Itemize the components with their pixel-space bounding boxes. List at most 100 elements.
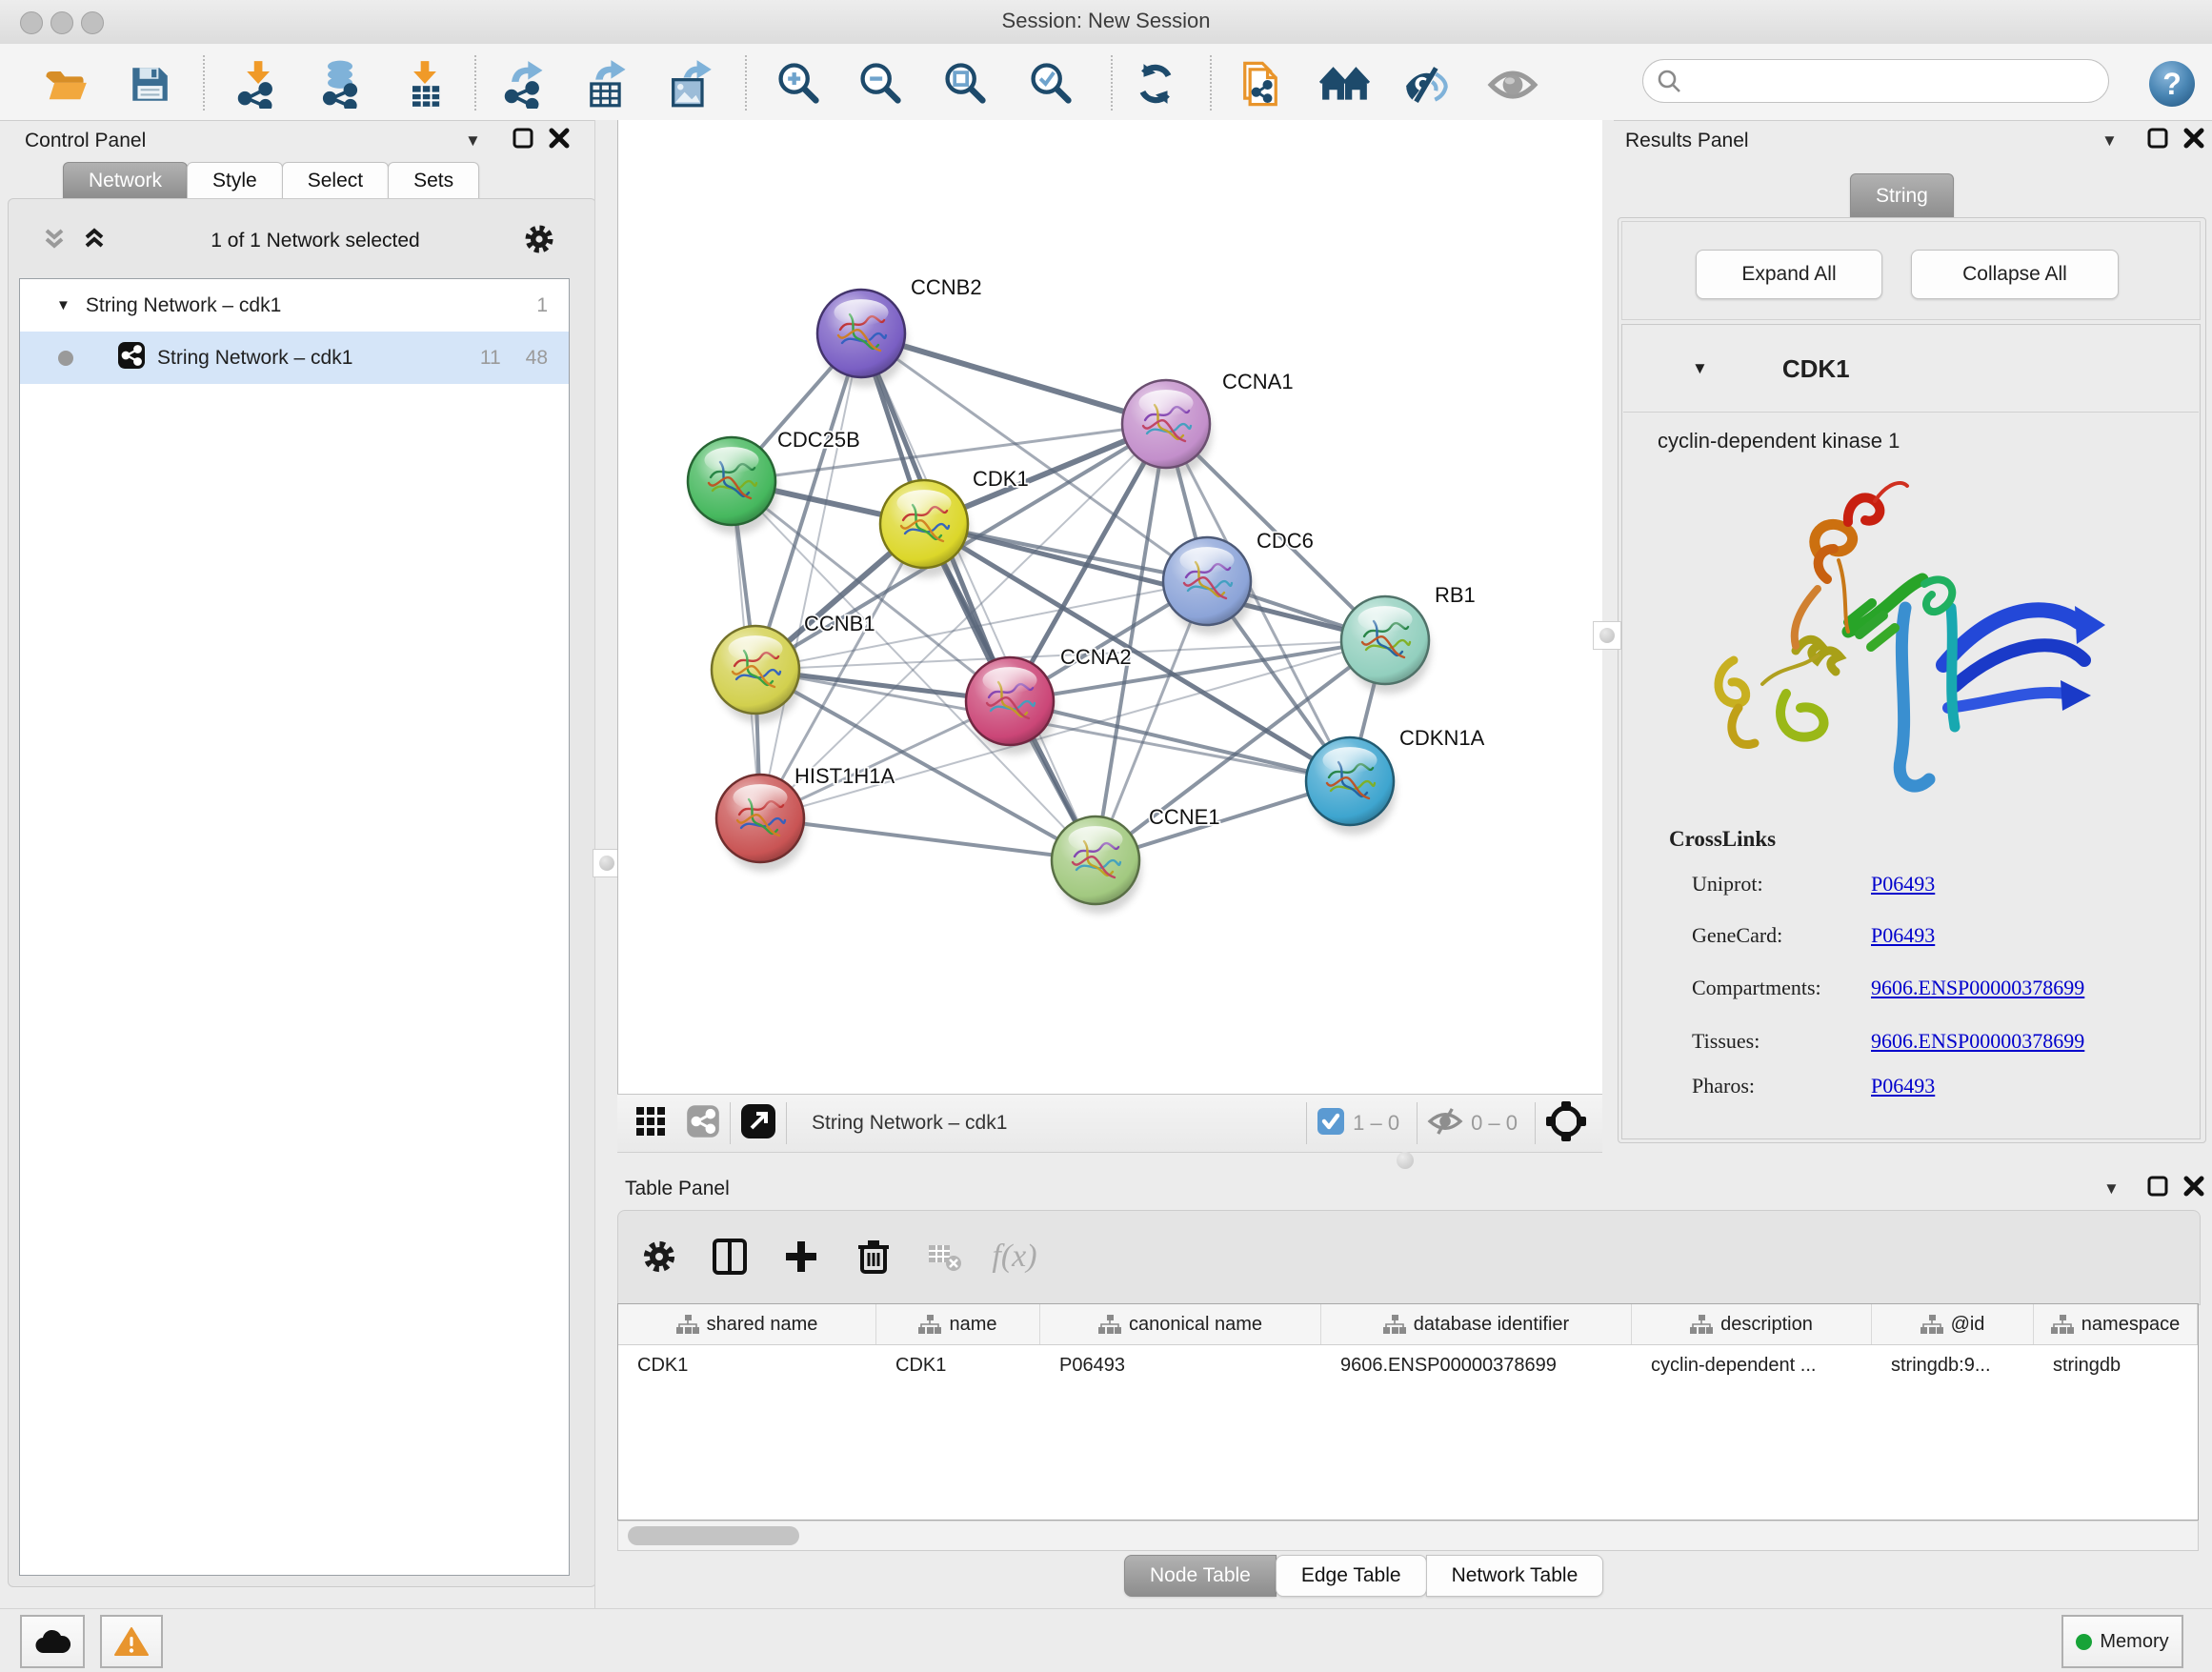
network-edge[interactable]	[760, 333, 861, 818]
column-header-database-identifier[interactable]: database identifier	[1321, 1304, 1632, 1344]
expand-all-icon[interactable]	[80, 225, 109, 258]
tab-string[interactable]: String	[1850, 173, 1954, 219]
close-panel-icon[interactable]	[547, 126, 572, 155]
zoom-fit-icon[interactable]	[938, 57, 992, 111]
help-icon[interactable]: ?	[2145, 57, 2199, 111]
network-edge[interactable]	[1010, 701, 1350, 781]
add-column-icon[interactable]	[775, 1231, 827, 1282]
open-folder-icon[interactable]	[38, 57, 91, 111]
network-edge[interactable]	[760, 818, 1096, 860]
panel-menu-icon[interactable]: ▼	[465, 131, 481, 151]
network-canvas[interactable]: CCNB2CCNA1CDC25BCDK1CDC6RB1CCNB1CCNA2CDK…	[617, 120, 1603, 1094]
crosslink-link[interactable]: 9606.ENSP00000378699	[1871, 1029, 2084, 1054]
export-image-icon[interactable]	[663, 57, 716, 111]
zoom-out-icon[interactable]	[854, 57, 907, 111]
column-header-canonical-name[interactable]: canonical name	[1040, 1304, 1321, 1344]
network-node-CDC6[interactable]	[1163, 537, 1251, 625]
panel-menu-icon[interactable]: ▼	[2101, 131, 2118, 151]
crosslink-link[interactable]: P06493	[1871, 923, 1935, 948]
gear-icon[interactable]	[522, 222, 556, 261]
table-cell[interactable]: cyclin-dependent ...	[1632, 1345, 1872, 1385]
refresh-icon[interactable]	[1129, 57, 1182, 111]
table-horizontal-scrollbar[interactable]	[617, 1521, 2199, 1551]
network-node-CDKN1A[interactable]	[1306, 737, 1394, 825]
column-header-name[interactable]: name	[876, 1304, 1040, 1344]
panel-menu-icon[interactable]: ▼	[2103, 1179, 2120, 1199]
table-cell[interactable]: 9606.ENSP00000378699	[1321, 1345, 1632, 1385]
table-cell[interactable]: CDK1	[876, 1345, 1040, 1385]
crosshair-icon[interactable]	[1545, 1100, 1587, 1147]
tab-select[interactable]: Select	[282, 162, 389, 200]
export-table-icon[interactable]	[579, 57, 633, 111]
houses-icon[interactable]	[1318, 57, 1372, 111]
network-node-CCNB1[interactable]	[712, 626, 799, 714]
import-database-icon[interactable]	[313, 57, 367, 111]
table-cell[interactable]: P06493	[1040, 1345, 1321, 1385]
import-table-icon[interactable]	[398, 57, 452, 111]
show-eye-disabled-icon[interactable]	[1486, 57, 1539, 111]
float-panel-icon[interactable]	[2145, 126, 2170, 155]
column-header-shared-name[interactable]: shared name	[618, 1304, 876, 1344]
table-cell[interactable]: stringdb:9...	[1872, 1345, 2034, 1385]
warning-button[interactable]	[100, 1615, 163, 1668]
hidden-eye-icon[interactable]	[1427, 1106, 1463, 1141]
tree-expand-icon[interactable]: ▼	[56, 297, 70, 313]
collapse-all-button[interactable]: Collapse All	[1911, 250, 2119, 299]
close-panel-icon[interactable]	[2182, 126, 2206, 155]
column-header-namespace[interactable]: namespace	[2034, 1304, 2198, 1344]
show-columns-icon[interactable]	[704, 1231, 755, 1282]
selected-checkbox-icon[interactable]	[1317, 1107, 1345, 1140]
table-cell[interactable]: stringdb	[2034, 1345, 2198, 1385]
grid-view-icon[interactable]	[634, 1105, 667, 1142]
column-header-description[interactable]: description	[1632, 1304, 1872, 1344]
zoom-selected-icon[interactable]	[1024, 57, 1077, 111]
network-node-CDC25B[interactable]	[688, 437, 775, 525]
delete-column-icon[interactable]	[848, 1231, 899, 1282]
scrollbar-thumb[interactable]	[628, 1526, 799, 1545]
crosslink-link[interactable]: P06493	[1871, 1074, 1935, 1098]
section-collapse-icon[interactable]: ▼	[1692, 359, 1708, 378]
table-cell[interactable]: CDK1	[618, 1345, 876, 1385]
close-panel-icon[interactable]	[2182, 1174, 2206, 1203]
birdseye-view-icon[interactable]	[740, 1103, 776, 1144]
column-header--id[interactable]: @id	[1872, 1304, 2034, 1344]
network-node-HIST1H1A[interactable]	[716, 775, 804, 862]
zoom-in-icon[interactable]	[772, 57, 825, 111]
float-panel-icon[interactable]	[2145, 1174, 2170, 1203]
network-node-CCNA1[interactable]	[1122, 380, 1210, 468]
crosslink-link[interactable]: P06493	[1871, 872, 1935, 896]
network-edge[interactable]	[861, 333, 1096, 860]
network-node-CCNB2[interactable]	[817, 290, 905, 377]
search-box[interactable]	[1642, 59, 2109, 103]
right-splitter-handle[interactable]	[1593, 621, 1621, 650]
cloud-button[interactable]	[20, 1615, 85, 1668]
horizontal-splitter-handle[interactable]	[1397, 1152, 1414, 1169]
network-node-CCNE1[interactable]	[1052, 816, 1139, 904]
network-edge[interactable]	[861, 333, 1166, 424]
share-view-icon[interactable]	[686, 1104, 720, 1143]
network-row-selected[interactable]: String Network – cdk1 11 48	[20, 332, 569, 384]
save-session-icon[interactable]	[123, 57, 176, 111]
network-node-RB1[interactable]	[1341, 596, 1429, 684]
document-network-icon[interactable]	[1234, 57, 1287, 111]
float-panel-icon[interactable]	[511, 126, 535, 155]
tab-node-table[interactable]: Node Table	[1124, 1555, 1277, 1597]
network-collection-row[interactable]: ▼ String Network – cdk1 1	[20, 279, 569, 332]
import-network-icon[interactable]	[231, 57, 284, 111]
memory-button[interactable]: Memory	[2061, 1615, 2183, 1668]
export-network-icon[interactable]	[497, 57, 551, 111]
gene-section-header[interactable]: ▼ CDK1	[1623, 326, 2199, 413]
search-input[interactable]	[1691, 70, 2095, 93]
tab-network-table[interactable]: Network Table	[1426, 1555, 1604, 1597]
crosslink-link[interactable]: 9606.ENSP00000378699	[1871, 976, 2084, 1000]
tab-style[interactable]: Style	[187, 162, 283, 200]
network-node-CCNA2[interactable]	[966, 657, 1054, 745]
network-node-CDK1[interactable]	[880, 480, 968, 568]
table-gear-icon[interactable]	[633, 1231, 685, 1282]
collapse-all-icon[interactable]	[40, 225, 69, 258]
tab-edge-table[interactable]: Edge Table	[1276, 1555, 1427, 1597]
tab-sets[interactable]: Sets	[388, 162, 479, 200]
hide-eye-icon[interactable]	[1401, 57, 1455, 111]
tab-network[interactable]: Network	[63, 162, 188, 200]
expand-all-button[interactable]: Expand All	[1696, 250, 1882, 299]
